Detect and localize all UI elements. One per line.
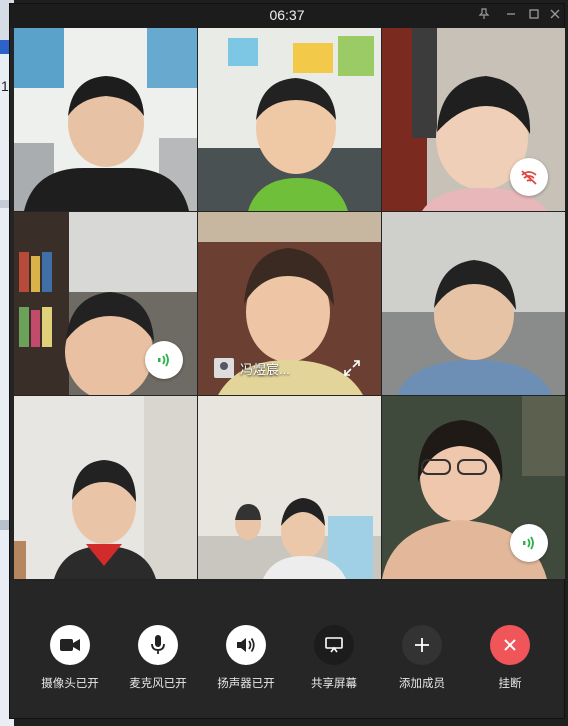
close-icon[interactable]: [546, 7, 564, 25]
speaker-icon: [226, 625, 266, 665]
hang-up-button[interactable]: 挂断: [468, 625, 552, 691]
maximize-icon[interactable]: [525, 7, 543, 25]
speaker-muted-icon: [510, 158, 548, 196]
screen-share-icon: [314, 625, 354, 665]
speaking-icon: [145, 341, 183, 379]
mic-toggle-label: 麦克风已开: [129, 676, 187, 690]
camera-toggle-label: 摄像头已开: [41, 676, 99, 690]
pin-icon[interactable]: [475, 7, 493, 25]
participant-video: [382, 212, 565, 395]
avatar: [214, 358, 234, 378]
plus-icon: [402, 625, 442, 665]
speaker-toggle-button[interactable]: 扬声器已开: [204, 625, 288, 691]
hang-up-icon: [490, 625, 530, 665]
minimize-icon[interactable]: [502, 7, 520, 25]
participant-video: [14, 396, 197, 579]
camera-icon: [50, 625, 90, 665]
call-toolbar: 摄像头已开 麦克风已开 扬声器已开 共享屏幕 添加成员 挂断: [10, 581, 564, 718]
participant-video: [198, 28, 381, 211]
share-screen-button[interactable]: 共享屏幕: [292, 625, 376, 691]
video-call-window: 06:37 冯煜宸... 摄像头已开 麦克风已开 扬声器已开 共享屏幕 添加成员…: [10, 4, 565, 718]
add-member-label: 添加成员: [399, 676, 445, 690]
speaking-icon: [510, 524, 548, 562]
participant-video-tile[interactable]: [198, 396, 381, 579]
participant-video-tile[interactable]: [14, 212, 197, 395]
participant-video-tile[interactable]: [14, 396, 197, 579]
participant-video: [14, 28, 197, 211]
participant-video-tile[interactable]: [382, 28, 565, 211]
title-bar[interactable]: 06:37: [10, 4, 564, 28]
desktop-partial-text: 1: [1, 78, 9, 94]
participant-video-tile[interactable]: [198, 28, 381, 211]
mic-toggle-button[interactable]: 麦克风已开: [116, 625, 200, 691]
participant-video-tile-focused[interactable]: 冯煜宸...: [198, 212, 381, 395]
participant-video-tile[interactable]: [382, 396, 565, 579]
expand-icon[interactable]: [343, 359, 361, 377]
participant-video: [198, 396, 381, 579]
participant-name-tag: 冯煜宸...: [214, 358, 290, 378]
microphone-icon: [138, 625, 178, 665]
participant-video-tile[interactable]: [14, 28, 197, 211]
speaker-toggle-label: 扬声器已开: [217, 676, 275, 690]
hang-up-label: 挂断: [498, 676, 522, 690]
video-grid: 冯煜宸...: [14, 28, 565, 581]
share-screen-label: 共享屏幕: [311, 676, 357, 690]
participant-video-tile[interactable]: [382, 212, 565, 395]
participant-name: 冯煜宸...: [240, 361, 290, 377]
camera-toggle-button[interactable]: 摄像头已开: [28, 625, 112, 691]
add-member-button[interactable]: 添加成员: [380, 625, 464, 691]
